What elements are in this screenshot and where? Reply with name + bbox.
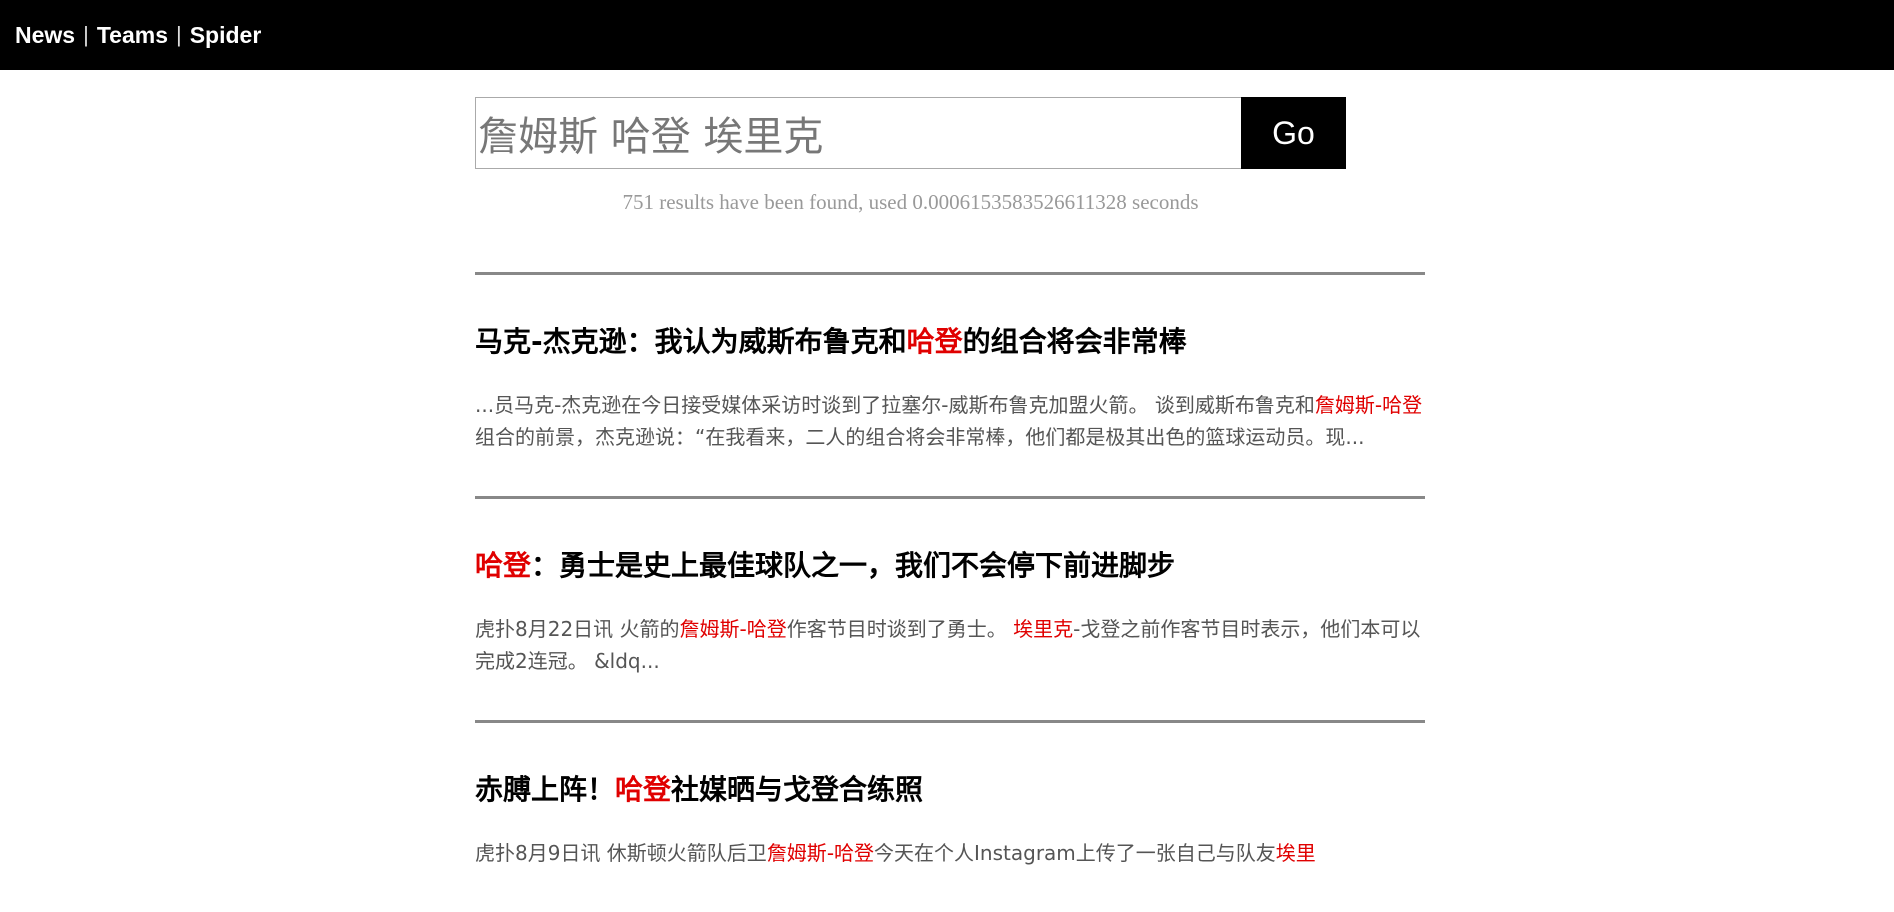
nav-link-teams[interactable]: Teams [97, 22, 168, 49]
result-snippet-text: 作客节目时谈到了勇士。 [786, 617, 1014, 641]
nav-link-spider[interactable]: Spider [190, 22, 262, 49]
result-snippet-highlight: 哈登 [834, 841, 875, 865]
result-snippet-highlight: - [826, 841, 835, 865]
result-item: 马克-杰克逊：我认为威斯布鲁克和哈登的组合将会非常棒 ...员马克-杰克逊在今日接… [475, 275, 1425, 496]
result-snippet-highlight: 詹姆斯 [679, 617, 740, 641]
result-stats: 751 results have been found, used 0.0006… [622, 190, 1199, 214]
result-title-text: 赤膊上阵！ [475, 773, 616, 806]
result-snippet: 虎扑8月9日讯 休斯顿火箭队后卫詹姆斯-哈登今天在个人Instagram上传了一… [475, 837, 1425, 869]
result-title-highlight: 哈登 [906, 325, 963, 358]
result-title-link[interactable]: 哈登：勇士是史上最佳球队之一，我们不会停下前进脚步 [475, 545, 1425, 587]
result-title-text: 马克-杰克逊：我认为威斯布鲁克和 [475, 325, 907, 358]
result-snippet-highlight: 哈登 [1382, 393, 1423, 417]
result-title-text: 社媒晒与戈登合练照 [671, 773, 924, 806]
result-snippet-highlight: 詹姆斯 [1314, 393, 1375, 417]
search-input[interactable] [475, 97, 1241, 169]
result-title-text: ：勇士是史上最佳球队之一，我们不会停下前进脚步 [531, 549, 1176, 582]
nav-separator: | [175, 22, 182, 47]
result-snippet-highlight: 哈登 [746, 617, 787, 641]
result-title-highlight: 哈登 [615, 773, 672, 806]
result-snippet: ...员马克-杰克逊在今日接受媒体采访时谈到了拉塞尔-威斯布鲁克加盟火箭。 谈到… [475, 389, 1425, 453]
nav-link-news[interactable]: News [15, 22, 75, 49]
result-snippet-highlight: 詹姆斯 [766, 841, 827, 865]
result-snippet-text: 今天在个人Instagram上传了一张自己与队友 [874, 841, 1276, 865]
result-title-link[interactable]: 马克-杰克逊：我认为威斯布鲁克和哈登的组合将会非常棒 [475, 321, 1425, 363]
result-snippet-text: ...员马克-杰克逊在今日接受媒体采访时谈到了拉塞尔-威斯布鲁克加盟火箭。 谈到… [475, 393, 1315, 417]
search-bar: Go [475, 97, 1346, 169]
result-title-highlight: 哈登 [475, 549, 532, 582]
result-snippet-text: 组合的前景，杰克逊说：“在我看来，二人的组合将会非常棒，他们都是极其出色的篮球运… [475, 425, 1365, 449]
result-item: 哈登：勇士是史上最佳球队之一，我们不会停下前进脚步 虎扑8月22日讯 火箭的詹姆斯… [475, 499, 1425, 720]
result-title-link[interactable]: 赤膊上阵！哈登社媒晒与戈登合练照 [475, 769, 1425, 811]
result-item: 赤膊上阵！哈登社媒晒与戈登合练照 虎扑8月9日讯 休斯顿火箭队后卫詹姆斯-哈登今天… [475, 723, 1425, 912]
result-snippet-text: 虎扑8月22日讯 火箭的 [475, 617, 680, 641]
result-snippet-highlight: - [1374, 393, 1383, 417]
result-snippet: 虎扑8月22日讯 火箭的詹姆斯-哈登作客节目时谈到了勇士。 埃里克-戈登之前作客… [475, 613, 1425, 677]
result-snippet-highlight: 埃里 [1275, 841, 1316, 865]
results-list: 马克-杰克逊：我认为威斯布鲁克和哈登的组合将会非常棒 ...员马克-杰克逊在今日接… [475, 272, 1425, 912]
result-snippet-highlight: - [739, 617, 747, 641]
go-button[interactable]: Go [1241, 97, 1346, 169]
result-snippet-highlight: 埃里克 [1013, 617, 1074, 641]
nav-separator: | [83, 22, 89, 47]
result-snippet-text: 虎扑8月9日讯 休斯顿火箭队后卫 [475, 841, 767, 865]
result-title-text: 的组合将会非常棒 [962, 325, 1187, 358]
top-nav-bar: News | Teams | Spider [0, 0, 1894, 70]
